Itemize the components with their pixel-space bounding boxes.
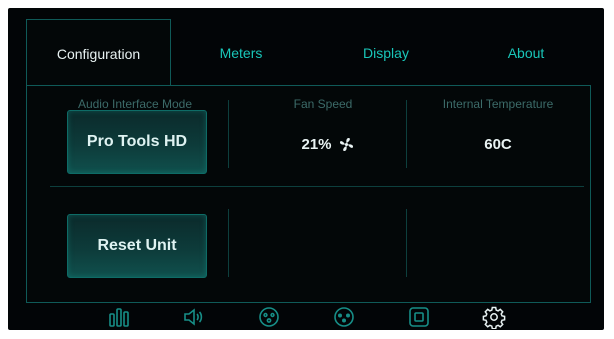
divider — [228, 100, 229, 168]
divider — [406, 209, 407, 277]
divider — [228, 209, 229, 277]
device-screen: Configuration Meters Display About Audio… — [8, 8, 604, 330]
gear-icon[interactable] — [482, 305, 506, 330]
square-icon[interactable] — [407, 305, 431, 329]
fan-speed-value: 21% — [301, 135, 332, 153]
tab-about[interactable]: About — [461, 19, 591, 87]
fan-icon — [338, 136, 355, 153]
tab-display[interactable]: Display — [316, 19, 456, 87]
divider — [50, 186, 584, 187]
speaker-icon[interactable] — [182, 305, 206, 329]
audio-interface-mode-button[interactable]: Pro Tools HD — [67, 110, 207, 174]
meters-icon[interactable] — [107, 305, 131, 329]
tab-meters[interactable]: Meters — [176, 19, 306, 87]
bottom-nav-bar — [8, 303, 604, 330]
tab-configuration[interactable]: Configuration — [26, 19, 171, 88]
fan-speed-readout: 21% — [248, 132, 408, 156]
internal-temperature-heading: Internal Temperature — [442, 97, 554, 111]
face-plate-icon[interactable] — [257, 305, 281, 329]
fan-speed-heading: Fan Speed — [293, 97, 353, 111]
audio-interface-mode-heading: Audio Interface Mode — [77, 97, 193, 111]
internal-temperature-value: 60C — [484, 135, 512, 153]
tab-bar: Configuration Meters Display About — [26, 19, 591, 88]
connector-icon[interactable] — [332, 305, 356, 329]
reset-unit-button[interactable]: Reset Unit — [67, 214, 207, 278]
